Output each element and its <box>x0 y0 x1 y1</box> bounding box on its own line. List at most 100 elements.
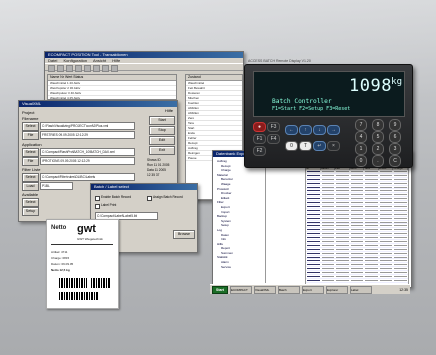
select-project-button[interactable]: Select <box>22 122 39 131</box>
file-project-button[interactable]: File <box>22 131 39 140</box>
f3-key[interactable]: F3 <box>267 122 280 132</box>
up-arrow-key[interactable]: ↑ <box>299 125 312 135</box>
edit-button-side[interactable]: Edit <box>149 136 175 145</box>
table-cell <box>307 241 320 243</box>
zero-key[interactable]: 0 <box>285 141 298 151</box>
table-cell <box>350 206 364 208</box>
f4-key[interactable]: F4 <box>267 134 280 144</box>
numeric-key[interactable]: 8 <box>372 119 384 131</box>
down-arrow-key[interactable]: ↓ <box>313 125 326 135</box>
paste-icon[interactable] <box>102 65 109 72</box>
left-arrow-key[interactable]: ← <box>285 125 298 135</box>
assign-checkbox[interactable] <box>147 196 152 201</box>
numeric-key[interactable]: . <box>372 155 384 167</box>
table-cell <box>321 202 335 204</box>
numeric-key[interactable]: 0 <box>355 155 367 167</box>
help-icon[interactable] <box>111 65 118 72</box>
numeric-key[interactable]: 9 <box>389 119 401 131</box>
numeric-key[interactable]: C <box>389 155 401 167</box>
table-cell <box>365 244 378 246</box>
cut-icon[interactable] <box>84 65 91 72</box>
enter-key[interactable]: ↵ <box>313 141 326 151</box>
enable-checkbox[interactable] <box>95 196 100 201</box>
table-cell <box>394 186 408 188</box>
table-cell <box>394 264 408 266</box>
table-cell <box>394 241 408 243</box>
table-cell <box>379 229 393 231</box>
select-application-button[interactable]: Select <box>22 148 39 157</box>
menu-file[interactable]: Datei <box>48 58 57 63</box>
table-cell <box>365 241 378 243</box>
table-cell <box>379 279 393 281</box>
table-cell <box>350 190 364 192</box>
table-cell <box>321 178 335 180</box>
table-cell <box>379 171 393 172</box>
taskbar-item[interactable]: Batch <box>278 285 300 294</box>
copy-icon[interactable] <box>93 65 100 72</box>
start-button-side[interactable]: Start <box>149 116 175 125</box>
print-checkbox[interactable] <box>95 204 100 209</box>
right-arrow-key[interactable]: → <box>327 125 340 135</box>
stop-button-side[interactable]: Stop <box>149 126 175 135</box>
taskbar-item[interactable]: Explorer <box>326 285 348 294</box>
clock: 12:35 <box>399 287 408 292</box>
save-icon[interactable] <box>66 65 73 72</box>
table-cell <box>350 202 364 204</box>
tare-key[interactable]: T <box>299 141 312 151</box>
table-cell <box>350 272 364 274</box>
table-cell <box>365 178 378 180</box>
taskbar-item[interactable]: Export <box>302 285 324 294</box>
taskbar-item[interactable]: Label <box>350 285 372 294</box>
exit-button-side[interactable]: Exit <box>149 146 175 155</box>
table-cell <box>307 233 320 235</box>
table-cell <box>379 194 393 196</box>
table-cell <box>365 272 378 274</box>
menu-help[interactable]: Hilfe <box>112 58 120 63</box>
start-button[interactable]: Start <box>212 285 228 294</box>
select-filter-button[interactable]: Select <box>22 173 39 182</box>
table-cell <box>321 186 335 188</box>
application-path-field[interactable]: C:\Compact\FlashPro\BATCH_10\BATCH_DAX.x… <box>40 148 135 156</box>
numeric-key[interactable]: 1 <box>355 143 367 155</box>
table-cell <box>336 237 349 239</box>
esc-key[interactable]: × <box>327 141 340 151</box>
f1-key[interactable]: F1 <box>253 134 266 144</box>
table-cell <box>336 229 349 231</box>
taskbar-item[interactable]: VisualXML <box>254 285 276 294</box>
select-available-button[interactable]: Select <box>22 198 39 207</box>
project-path-field[interactable]: C:\Flash\Visualizing\PROJECT\conf\2\Plus… <box>40 122 135 130</box>
dialog-menu-help[interactable]: Hilfe <box>165 108 173 113</box>
table-cell <box>394 272 408 274</box>
menu-view[interactable]: Ansicht <box>93 58 106 63</box>
taskbar-item[interactable]: ECOMPACT <box>230 285 252 294</box>
table-cell <box>394 182 408 184</box>
table-cell <box>336 178 349 180</box>
table-cell <box>365 213 378 215</box>
new-icon[interactable] <box>48 65 55 72</box>
table-cell <box>365 276 378 278</box>
numeric-key[interactable]: 6 <box>389 131 401 143</box>
setup-button[interactable]: Setup <box>22 207 39 216</box>
numeric-key[interactable]: 7 <box>355 119 367 131</box>
numeric-key[interactable]: 3 <box>389 143 401 155</box>
f2-key[interactable]: F2 <box>253 146 266 156</box>
export-window: Datenbank Export - Liste Auftrag Rezept Ch… <box>212 150 412 288</box>
table-cell <box>379 190 393 192</box>
table-cell <box>379 237 393 239</box>
menu-config[interactable]: Konfiguration <box>63 58 87 63</box>
numeric-key[interactable]: 5 <box>372 131 384 143</box>
table-cell <box>321 198 335 200</box>
print-icon[interactable] <box>75 65 82 72</box>
numeric-key[interactable]: 4 <box>355 131 367 143</box>
tree-item[interactable]: Service <box>215 265 265 270</box>
numeric-key[interactable]: 2 <box>372 143 384 155</box>
table-cell <box>394 209 408 211</box>
file-application-button[interactable]: File <box>22 157 39 166</box>
browse-button[interactable]: Browse <box>173 230 195 239</box>
load-filter-button[interactable]: Load <box>22 182 39 191</box>
table-cell <box>336 190 349 192</box>
open-icon[interactable] <box>57 65 64 72</box>
power-key[interactable]: ● <box>253 122 266 132</box>
filter-path-field[interactable]: C:\Compact\Filter\rules\DLIBC\Labels <box>40 173 135 181</box>
table-cell <box>379 209 393 211</box>
